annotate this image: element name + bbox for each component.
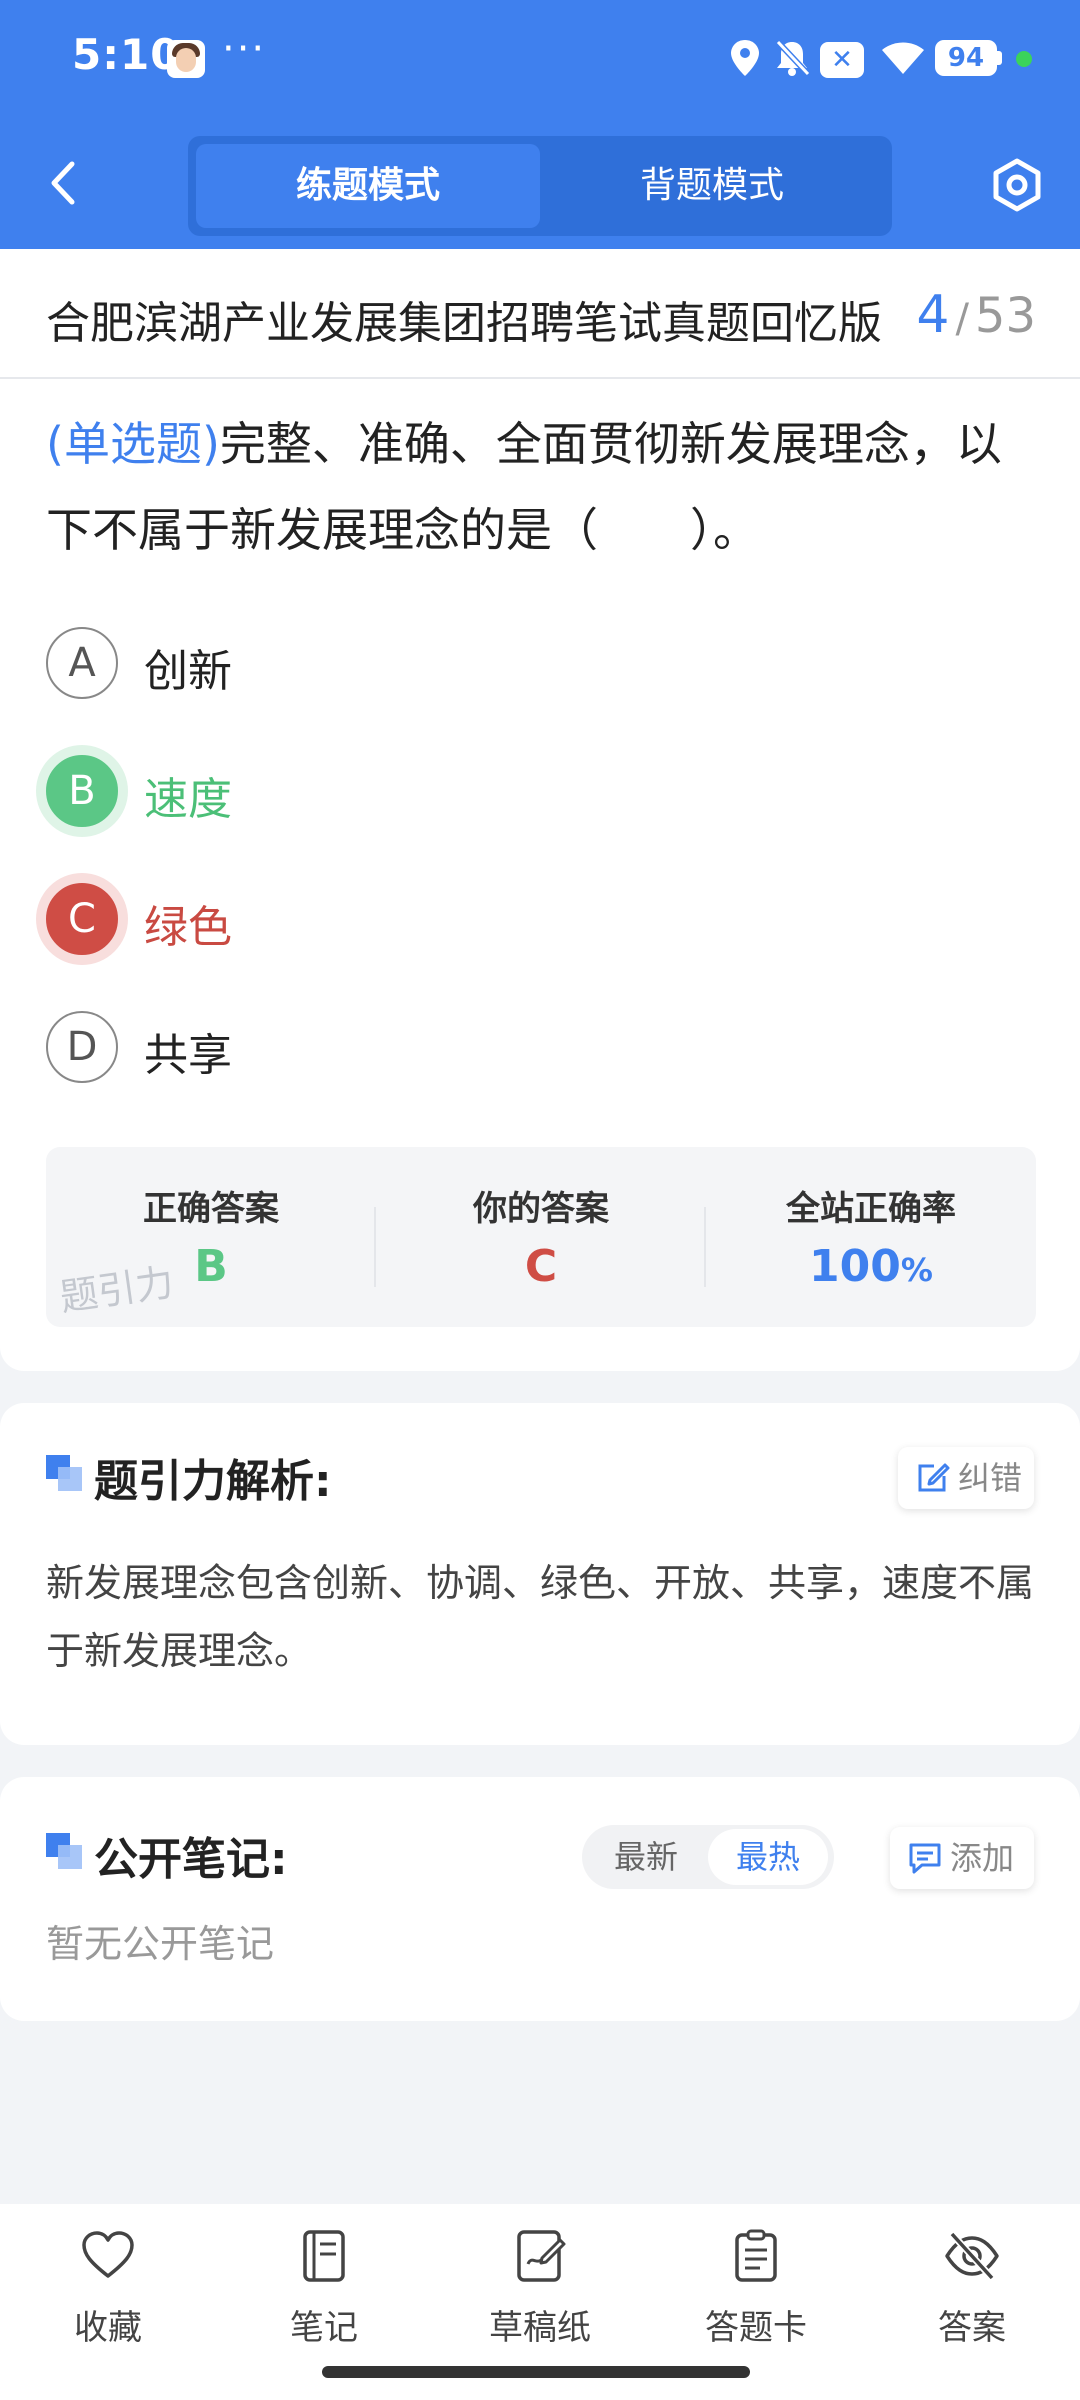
notes-sort-toggle: 最新 最热 bbox=[582, 1825, 834, 1889]
analysis-text: 新发展理念包含创新、协调、绿色、开放、共享，速度不属于新发展理念。 bbox=[46, 1561, 1035, 1673]
public-notes-card: 公开笔记: 最新 最热 添加 暂无公开笔记 bbox=[0, 1777, 1080, 2021]
accuracy-block: 全站正确率 100% bbox=[706, 1147, 1036, 1327]
show-answer-label: 答案 bbox=[938, 2308, 1006, 2348]
sort-newest[interactable]: 最新 bbox=[596, 1829, 696, 1885]
privacy-indicator-dot bbox=[1016, 51, 1032, 67]
notebook-icon bbox=[303, 2230, 345, 2282]
favorite-label: 收藏 bbox=[74, 2308, 142, 2348]
bottom-toolbar: 收藏 笔记 草稿纸 答题卡 答案 bbox=[0, 2204, 1080, 2400]
sort-hottest[interactable]: 最热 bbox=[708, 1829, 828, 1885]
back-arrow-icon[interactable] bbox=[44, 158, 84, 208]
answer-card-label: 答题卡 bbox=[705, 2308, 807, 2348]
add-note-button[interactable]: 添加 bbox=[890, 1827, 1034, 1889]
total-question-count: 53 bbox=[974, 288, 1036, 344]
mode-switcher: 练题模式 背题模式 bbox=[188, 136, 892, 236]
option-letter: A bbox=[46, 627, 118, 699]
draft-paper-label: 草稿纸 bbox=[489, 2308, 591, 2348]
answer-card-icon bbox=[735, 2229, 777, 2282]
accuracy-label: 全站正确率 bbox=[786, 1189, 956, 1229]
add-note-label: 添加 bbox=[950, 1839, 1015, 1877]
section-square-icon bbox=[46, 1455, 82, 1491]
battery-icon: 94 bbox=[935, 40, 997, 76]
no-notes-text: 暂无公开笔记 bbox=[46, 1922, 275, 1966]
question-counter[interactable]: 4/53 bbox=[916, 285, 1036, 345]
wifi-icon bbox=[882, 42, 924, 74]
option-a[interactable]: A 创新 bbox=[46, 627, 746, 703]
report-error-label: 纠错 bbox=[958, 1459, 1023, 1497]
question-stem: (单选题)完整、准确、全面贯彻新发展理念，以下不属于新发展理念的是（ ）。 bbox=[46, 401, 1036, 573]
question-type: (单选题) bbox=[46, 417, 220, 471]
section-square-icon bbox=[46, 1833, 82, 1869]
draft-paper-button[interactable]: 草稿纸 bbox=[460, 2228, 620, 2348]
tab-memorize-mode[interactable]: 背题模式 bbox=[540, 144, 884, 228]
option-letter: B bbox=[46, 755, 118, 827]
heart-icon bbox=[82, 2231, 134, 2278]
your-answer-value: C bbox=[524, 1241, 558, 1292]
option-text: 速度 bbox=[144, 774, 232, 825]
app-header: 5:10 ··· ✕ 94 练题模式 背题模式 bbox=[0, 0, 1080, 249]
report-error-button[interactable]: 纠错 bbox=[898, 1447, 1034, 1509]
correct-answer-label: 正确答案 bbox=[143, 1189, 279, 1229]
paper-title: 合肥滨湖产业发展集团招聘笔试真题回忆版 bbox=[46, 298, 882, 349]
option-text: 创新 bbox=[144, 646, 232, 697]
paper-title-bar: 合肥滨湖产业发展集团招聘笔试真题回忆版 4/53 bbox=[0, 249, 1080, 379]
draft-icon bbox=[517, 2230, 566, 2282]
comment-icon bbox=[909, 1843, 941, 1874]
nav-bar: 练题模式 背题模式 bbox=[0, 118, 1080, 249]
eye-off-icon bbox=[945, 2231, 999, 2281]
edit-icon bbox=[918, 1463, 950, 1492]
home-indicator[interactable] bbox=[322, 2366, 750, 2378]
option-letter: C bbox=[46, 883, 118, 955]
x-app-icon: ✕ bbox=[820, 42, 864, 78]
more-notifications-icon: ··· bbox=[222, 26, 267, 72]
current-question-number: 4 bbox=[916, 285, 950, 345]
your-answer-block: 你的答案 C bbox=[376, 1147, 706, 1327]
question-card: 合肥滨湖产业发展集团招聘笔试真题回忆版 4/53 (单选题)完整、准确、全面贯彻… bbox=[0, 249, 1080, 1371]
analysis-title: 题引力解析: bbox=[94, 1456, 332, 1507]
notes-button[interactable]: 笔记 bbox=[244, 2228, 404, 2348]
favorite-button[interactable]: 收藏 bbox=[28, 2228, 188, 2348]
accuracy-value: 100% bbox=[809, 1241, 933, 1292]
analysis-card: 题引力解析: 纠错 新发展理念包含创新、协调、绿色、开放、共享，速度不属于新发展… bbox=[0, 1403, 1080, 1745]
option-c[interactable]: C 绿色 bbox=[46, 883, 746, 959]
your-answer-label: 你的答案 bbox=[473, 1189, 609, 1229]
answer-summary: 正确答案 B 你的答案 C 全站正确率 100% 题引力 bbox=[46, 1147, 1036, 1327]
mute-bell-icon bbox=[775, 39, 811, 77]
option-d[interactable]: D 共享 bbox=[46, 1011, 746, 1087]
answer-card-button[interactable]: 答题卡 bbox=[676, 2228, 836, 2348]
tab-practice-mode[interactable]: 练题模式 bbox=[196, 144, 540, 228]
settings-icon[interactable] bbox=[990, 158, 1044, 212]
status-time: 5:10 bbox=[72, 30, 181, 79]
avatar-icon bbox=[167, 40, 205, 78]
notes-label: 笔记 bbox=[290, 2308, 358, 2348]
location-icon bbox=[731, 40, 759, 76]
option-letter: D bbox=[46, 1011, 118, 1083]
notes-title: 公开笔记: bbox=[94, 1834, 288, 1885]
option-b[interactable]: B 速度 bbox=[46, 755, 746, 831]
option-text: 共享 bbox=[144, 1030, 232, 1081]
option-text: 绿色 bbox=[144, 902, 232, 953]
status-bar: 5:10 ··· ✕ 94 bbox=[0, 0, 1080, 118]
show-answer-button[interactable]: 答案 bbox=[892, 2228, 1052, 2348]
